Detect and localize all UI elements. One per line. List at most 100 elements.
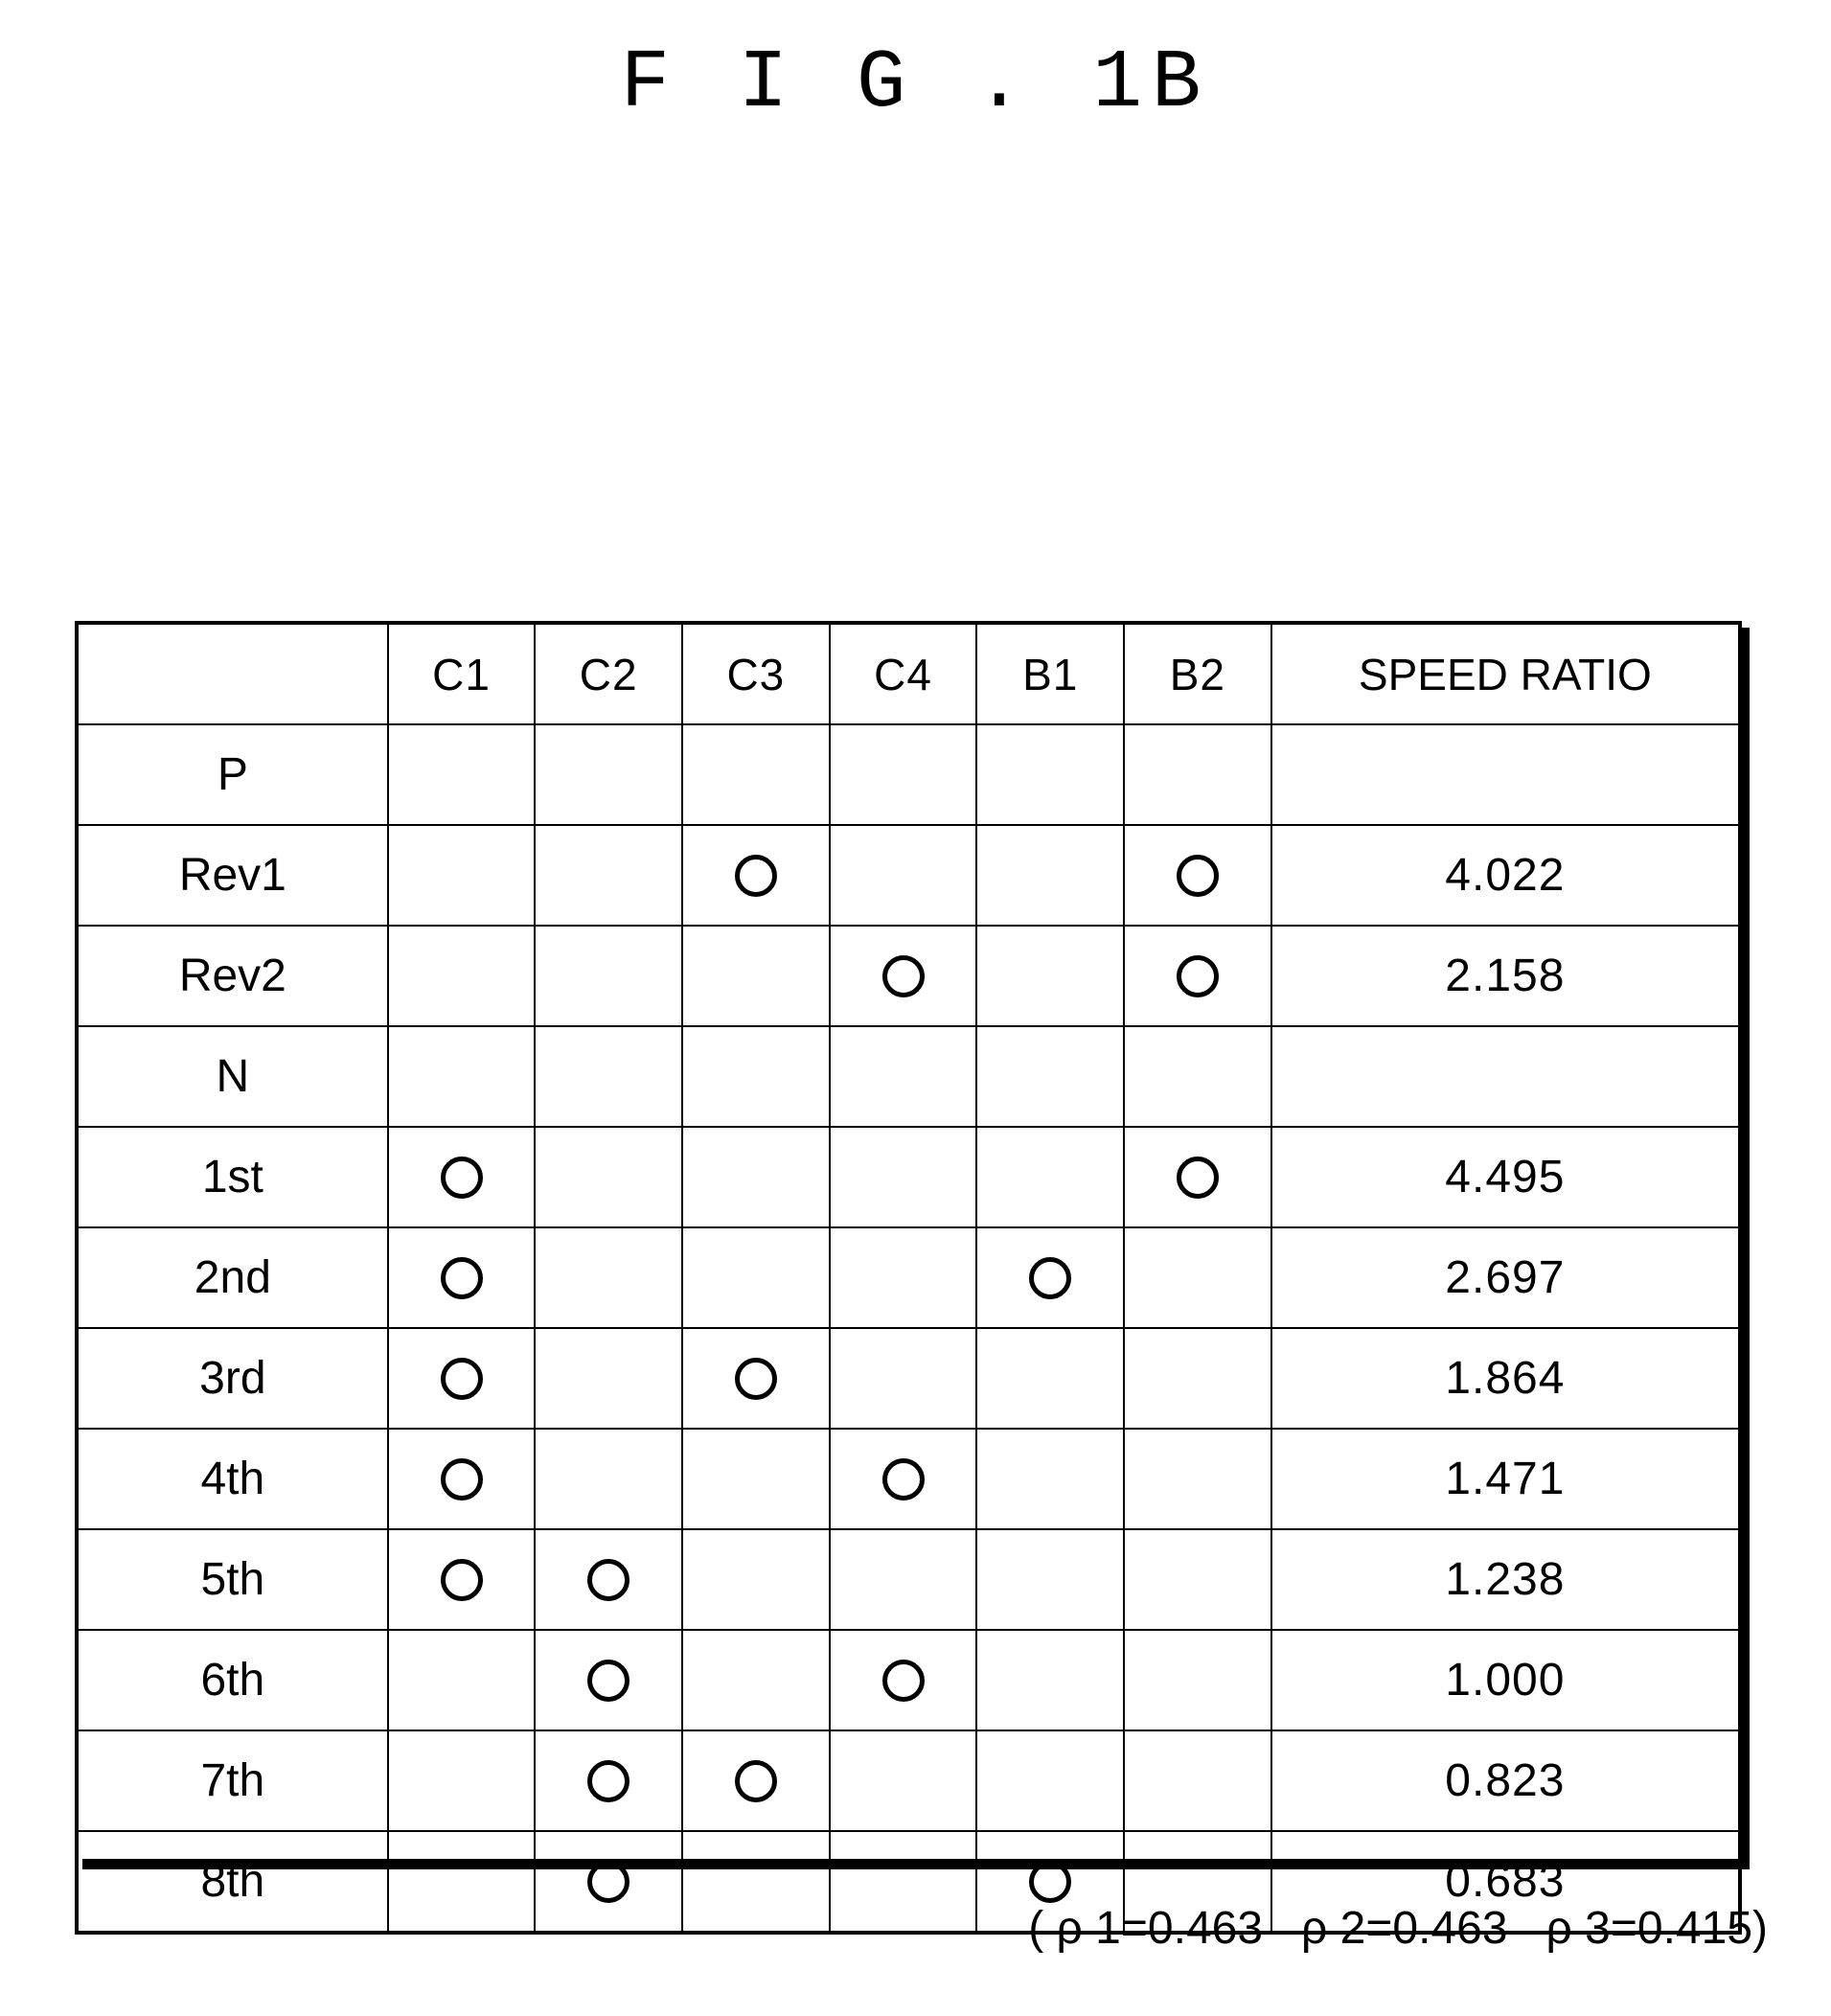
circle-mark-icon [440, 1558, 483, 1601]
engagement-cell-c3 [681, 1730, 831, 1832]
circle-mark-icon [734, 1357, 777, 1400]
engagement-cell-b2 [1123, 1126, 1272, 1228]
circle-mark-icon [440, 1156, 483, 1199]
engagement-cell-c4 [828, 1226, 978, 1329]
engagement-cell-c3 [681, 1629, 831, 1731]
engagement-cell-b1 [975, 1226, 1126, 1329]
engagement-cell-c2 [534, 1327, 684, 1430]
row-label-6th: 6th [76, 1629, 389, 1731]
figure-title: F I G . 1B [620, 36, 1211, 130]
circle-mark-icon [440, 1357, 483, 1400]
engagement-cell-c4 [828, 1528, 978, 1631]
circle-mark-icon [1029, 1256, 1072, 1299]
table-row: 6th 1.000 [76, 1629, 1742, 1731]
engagement-cell-c4 [828, 1327, 978, 1430]
table-row: 3rd 1.864 [76, 1327, 1742, 1430]
engagement-cell-b2 [1123, 1629, 1272, 1731]
engagement-cell-c4 [828, 723, 978, 826]
circle-mark-icon [587, 1759, 630, 1802]
table-row: 1st 4.495 [76, 1126, 1742, 1228]
row-label-p: P [76, 723, 389, 826]
engagement-cell-c1 [386, 1629, 537, 1731]
row-label-1st: 1st [76, 1126, 389, 1228]
engagement-cell-c2 [534, 1025, 684, 1128]
table-right-shadow [1739, 628, 1750, 1866]
table-row: 4th 1.471 [76, 1428, 1742, 1530]
row-label-7th: 7th [76, 1730, 389, 1832]
engagement-cell-b1 [975, 1428, 1126, 1530]
speed-ratio-value: 2.158 [1270, 925, 1742, 1027]
speed-ratio-value: 1.238 [1270, 1528, 1742, 1631]
engagement-cell-c1 [386, 925, 537, 1027]
row-label-rev2: Rev2 [76, 925, 389, 1027]
speed-ratio-value: 4.495 [1270, 1126, 1742, 1228]
engagement-cell-b1 [975, 1528, 1126, 1631]
circle-mark-icon [1176, 954, 1219, 997]
circle-mark-icon [734, 1759, 777, 1802]
engagement-cell-c4 [828, 1025, 978, 1128]
engagement-cell-c1 [386, 1428, 537, 1530]
speed-ratio-value: 1.471 [1270, 1428, 1742, 1530]
column-header-ratio: SPEED RATIO [1270, 622, 1742, 725]
column-header-c1: C1 [386, 622, 537, 725]
circle-mark-icon [1176, 854, 1219, 897]
table-row: Rev2 2.158 [76, 925, 1742, 1027]
column-header-c4: C4 [828, 622, 978, 725]
engagement-cell-b2 [1123, 824, 1272, 927]
engagement-cell-c2 [534, 824, 684, 927]
speed-ratio-value: 0.823 [1270, 1730, 1742, 1832]
engagement-cell-c3 [681, 1428, 831, 1530]
table-row: N [76, 1025, 1742, 1128]
table-row: Rev1 4.022 [76, 824, 1742, 927]
engagement-cell-c1 [386, 1126, 537, 1228]
speed-ratio-value [1270, 1025, 1742, 1128]
engagement-cell-c1 [386, 824, 537, 927]
circle-mark-icon [881, 1659, 925, 1702]
speed-ratio-value [1270, 723, 1742, 826]
gear-shift-table-container: C1 C2 C3 C4 B1 B2 SPEED RATIO P Rev1 4.022 Rev2 2.… [75, 621, 1742, 1935]
engagement-cell-b1 [975, 925, 1126, 1027]
column-header-b2: B2 [1123, 622, 1272, 725]
column-header-blank [76, 622, 389, 725]
gear-shift-table: C1 C2 C3 C4 B1 B2 SPEED RATIO P Rev1 4.022 Rev2 2.… [75, 621, 1742, 1935]
engagement-cell-b1 [975, 824, 1126, 927]
column-header-b1: B1 [975, 622, 1126, 725]
circle-mark-icon [587, 1558, 630, 1601]
engagement-cell-c3 [681, 1528, 831, 1631]
ratio-parameters-footnote: ( ρ 1=0.463 ρ 2=0.463 ρ 3=0.415) [1028, 1903, 1768, 1954]
table-row: 7th 0.823 [76, 1730, 1742, 1832]
engagement-cell-b1 [975, 1025, 1126, 1128]
engagement-cell-b1 [975, 723, 1126, 826]
row-label-n: N [76, 1025, 389, 1128]
engagement-cell-c3 [681, 723, 831, 826]
table-row: 2nd 2.697 [76, 1226, 1742, 1329]
engagement-cell-c2 [534, 1629, 684, 1731]
circle-mark-icon [881, 954, 925, 997]
engagement-cell-c3 [681, 824, 831, 927]
circle-mark-icon [440, 1457, 483, 1501]
engagement-cell-b1 [975, 1126, 1126, 1228]
column-header-c2: C2 [534, 622, 684, 725]
row-label-3rd: 3rd [76, 1327, 389, 1430]
engagement-cell-c3 [681, 925, 831, 1027]
table-header-row: C1 C2 C3 C4 B1 B2 SPEED RATIO [76, 622, 1742, 725]
engagement-cell-c3 [681, 1025, 831, 1128]
circle-mark-icon [734, 854, 777, 897]
engagement-cell-b1 [975, 1730, 1126, 1832]
engagement-cell-c2 [534, 1226, 684, 1329]
engagement-cell-c4 [828, 1730, 978, 1832]
engagement-cell-b2 [1123, 1327, 1272, 1430]
circle-mark-icon [587, 1659, 630, 1702]
engagement-cell-c4 [828, 1126, 978, 1228]
row-label-4th: 4th [76, 1428, 389, 1530]
engagement-cell-b1 [975, 1629, 1126, 1731]
engagement-cell-b1 [975, 1327, 1126, 1430]
engagement-cell-c2 [534, 723, 684, 826]
engagement-cell-c3 [681, 1126, 831, 1228]
engagement-cell-c1 [386, 1226, 537, 1329]
speed-ratio-value: 1.000 [1270, 1629, 1742, 1731]
row-label-rev1: Rev1 [76, 824, 389, 927]
table-row: P [76, 723, 1742, 826]
table-header: C1 C2 C3 C4 B1 B2 SPEED RATIO [76, 622, 1742, 725]
table-row: 5th 1.238 [76, 1528, 1742, 1631]
